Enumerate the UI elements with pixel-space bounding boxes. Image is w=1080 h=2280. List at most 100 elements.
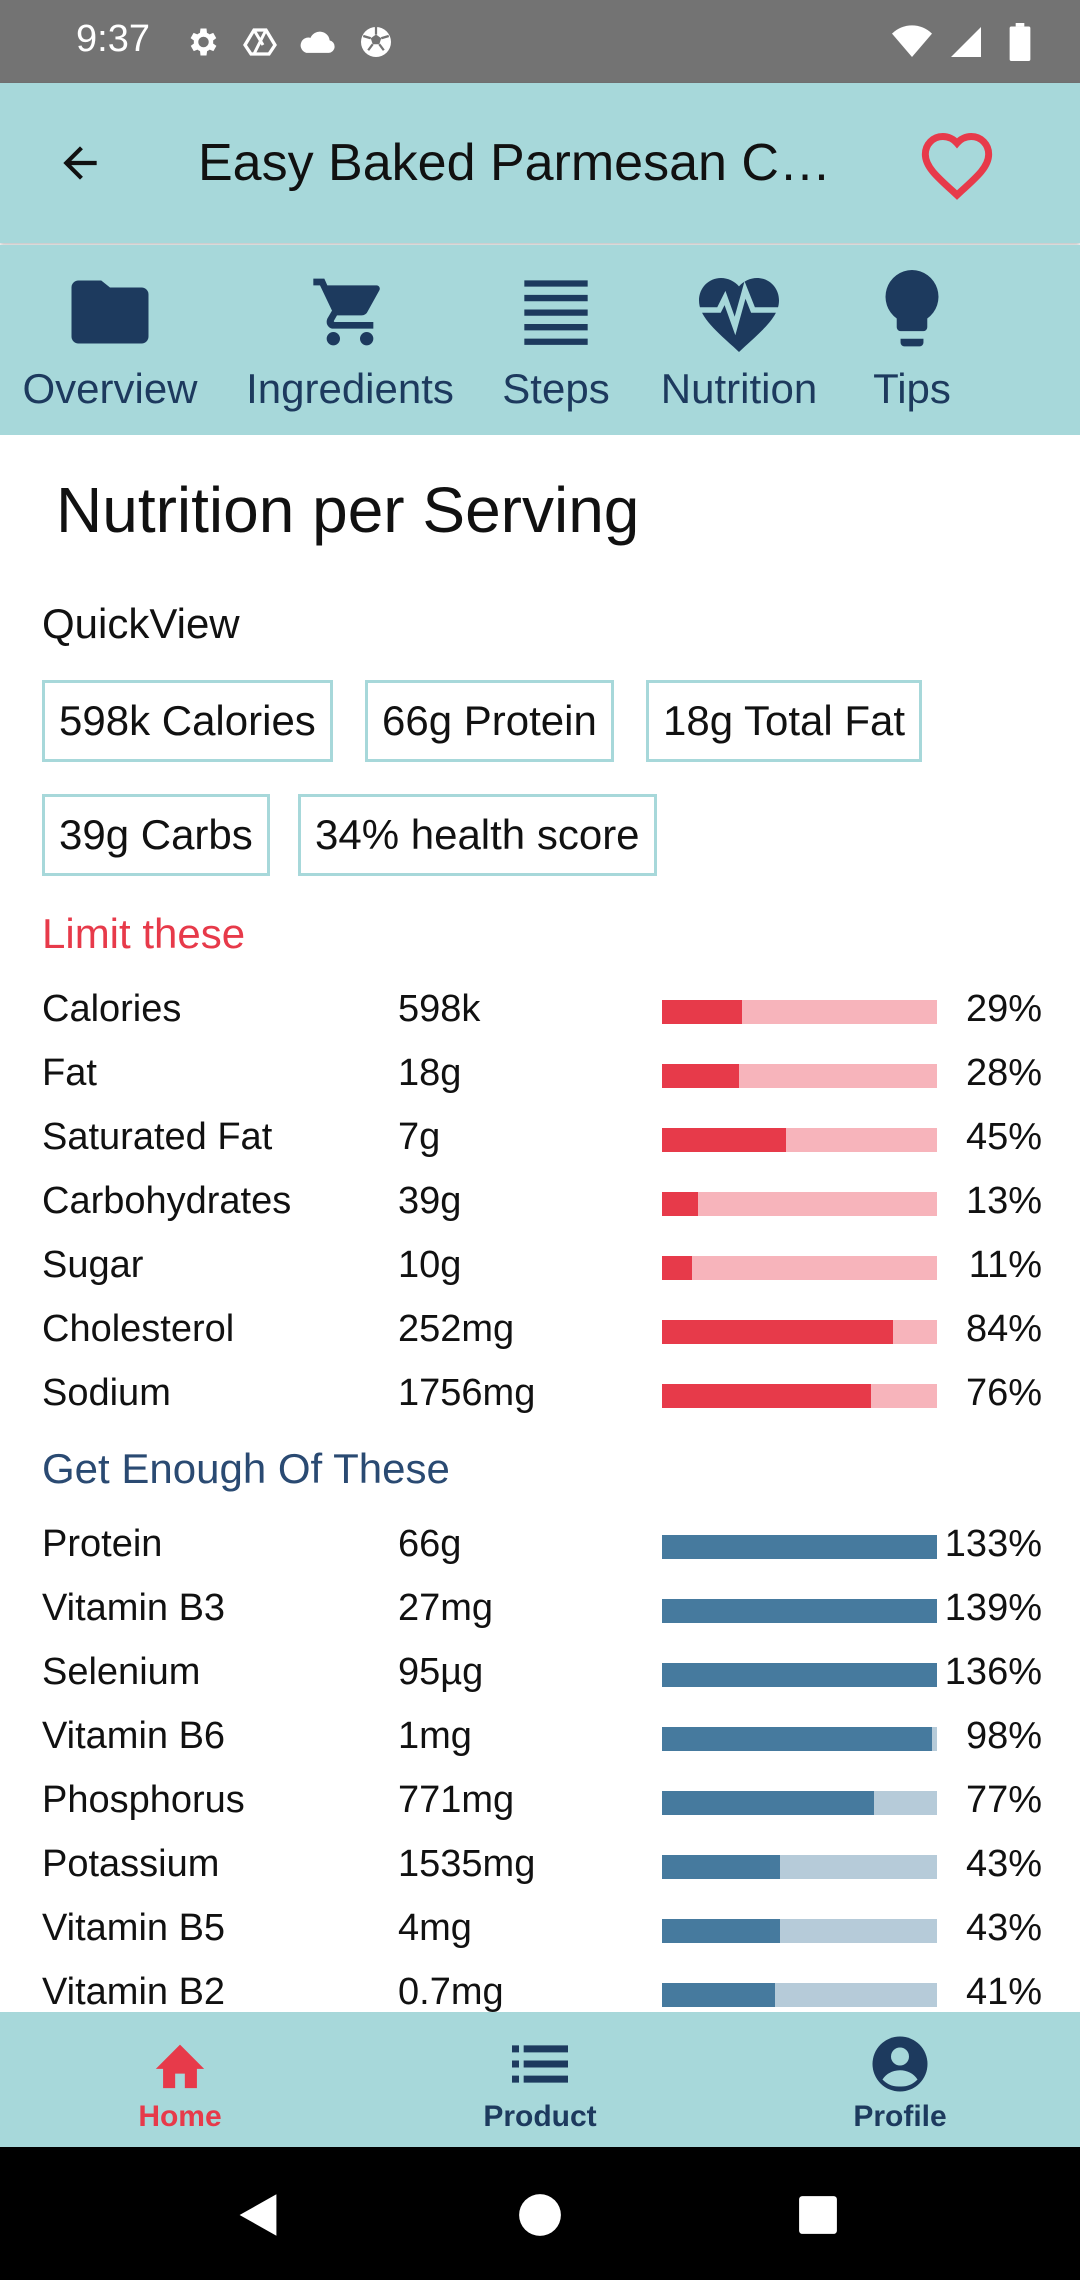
nutrient-row: Selenium 95µg 136%: [0, 1641, 1080, 1705]
nutrient-amount: 771mg: [398, 1779, 515, 1821]
nutrient-amount: 1756mg: [398, 1372, 536, 1414]
nav-label: Product: [483, 2100, 597, 2133]
lightbulb-icon: [862, 267, 962, 357]
nutrient-percent: 28%: [965, 1052, 1042, 1094]
drive-icon: [240, 22, 280, 62]
nutrient-amount: 252mg: [398, 1308, 515, 1350]
home-icon: [148, 2032, 212, 2096]
nutrient-progress-fill: [662, 1320, 893, 1344]
nutrient-progress-fill: [662, 1064, 739, 1088]
system-back-button[interactable]: [226, 2183, 290, 2247]
tab-tips[interactable]: Tips: [858, 245, 966, 435]
quickview-label: QuickView: [42, 600, 240, 647]
system-navigation-bar: [0, 2147, 1080, 2280]
nutrient-progress-bar: [662, 1192, 937, 1216]
nutrient-progress-bar: [662, 1663, 937, 1687]
app-bar: Easy Baked Parmesan C…: [0, 83, 1080, 243]
nutrient-progress-bar: [662, 1128, 937, 1152]
nutrient-progress-bar: [662, 1919, 937, 1943]
nutrient-row: Calories 598k 29%: [0, 978, 1080, 1042]
nutrient-percent: 45%: [965, 1116, 1042, 1158]
cart-icon: [300, 267, 400, 357]
nutrient-row: Potassium 1535mg 43%: [0, 1833, 1080, 1897]
nutrient-name: Carbohydrates: [42, 1180, 292, 1222]
enough-section-title: Get Enough Of These: [42, 1445, 450, 1492]
nutrient-amount: 598k: [398, 988, 481, 1030]
status-bar: 9:37: [0, 0, 1080, 83]
lines-icon: [506, 267, 606, 357]
recents-square-icon: [799, 2196, 837, 2234]
nutrient-progress-fill: [662, 1128, 786, 1152]
tab-label: Ingredients: [246, 365, 454, 412]
back-triangle-icon: [239, 2194, 277, 2236]
nutrient-name: Saturated Fat: [42, 1116, 273, 1158]
nutrient-amount: 4mg: [398, 1907, 472, 1949]
recipe-title: Easy Baked Parmesan C…: [198, 134, 831, 192]
nutrient-row: Vitamin B2 0.7mg 41%: [0, 1961, 1080, 2012]
chip-carbs: 39g Carbs: [42, 794, 270, 876]
nutrient-progress-fill: [662, 1983, 775, 2007]
system-home-button[interactable]: [508, 2183, 572, 2247]
nutrient-percent: 43%: [965, 1843, 1042, 1885]
nutrient-percent: 136%: [944, 1651, 1042, 1693]
status-icons-left: [182, 22, 396, 62]
nutrient-amount: 66g: [398, 1523, 462, 1565]
soccer-icon: [356, 22, 396, 62]
heart-pulse-icon: [689, 267, 789, 357]
nutrient-name: Phosphorus: [42, 1779, 245, 1821]
system-recents-button[interactable]: [786, 2183, 850, 2247]
tab-label: Steps: [502, 365, 610, 412]
nutrient-amount: 27mg: [398, 1587, 494, 1629]
nutrient-amount: 0.7mg: [398, 1971, 504, 2012]
nutrient-percent: 11%: [968, 1244, 1042, 1286]
nutrient-row: Phosphorus 771mg 77%: [0, 1769, 1080, 1833]
nav-home[interactable]: Home: [0, 2012, 360, 2147]
nutrient-progress-fill: [662, 1384, 871, 1408]
chip-total-fat: 18g Total Fat: [646, 680, 923, 762]
nutrient-progress-fill: [662, 1855, 781, 1879]
chip-protein: 66g Protein: [365, 680, 614, 762]
battery-icon: [1000, 22, 1040, 62]
nutrient-name: Sugar: [42, 1244, 144, 1286]
nav-product[interactable]: Product: [360, 2012, 720, 2147]
folder-icon: [60, 267, 160, 357]
cloud-icon: [298, 22, 338, 62]
tab-label: Tips: [873, 365, 951, 412]
nutrient-progress-bar: [662, 1320, 937, 1344]
nutrient-progress-bar: [662, 1000, 937, 1024]
nutrient-percent: 41%: [965, 1971, 1042, 2012]
nutrient-progress-bar: [662, 1064, 937, 1088]
tab-overview[interactable]: Overview: [10, 245, 210, 435]
nutrient-progress-bar: [662, 1855, 937, 1879]
nav-profile[interactable]: Profile: [720, 2012, 1080, 2147]
signal-icon: [946, 22, 986, 62]
nutrient-progress-fill: [662, 1791, 874, 1815]
nutrition-content[interactable]: Nutrition per Serving QuickView 598k Cal…: [0, 435, 1080, 2012]
recipe-tab-bar: Overview Ingredients Steps Nutrition Tip…: [0, 245, 1080, 435]
nutrient-progress-fill: [662, 1599, 937, 1623]
nutrient-percent: 133%: [944, 1523, 1042, 1565]
nutrient-progress-bar: [662, 1384, 937, 1408]
nutrient-row: Sodium 1756mg 76%: [0, 1362, 1080, 1426]
nutrient-progress-fill: [662, 1256, 693, 1280]
heart-outline-icon: [921, 133, 993, 200]
account-circle-icon: [868, 2032, 932, 2096]
nutrient-progress-bar: [662, 1599, 937, 1623]
nutrient-progress-fill: [662, 1192, 698, 1216]
nutrient-percent: 13%: [965, 1180, 1042, 1222]
nutrient-progress-bar: [662, 1256, 937, 1280]
tab-nutrition[interactable]: Nutrition: [646, 245, 832, 435]
nutrient-row: Cholesterol 252mg 84%: [0, 1298, 1080, 1362]
gear-icon: [182, 22, 222, 62]
nav-label: Home: [138, 2100, 222, 2133]
nutrient-row: Vitamin B6 1mg 98%: [0, 1705, 1080, 1769]
page-title: Nutrition per Serving: [56, 474, 640, 546]
nutrient-percent: 98%: [965, 1715, 1042, 1757]
tab-ingredients[interactable]: Ingredients: [232, 245, 468, 435]
favorite-button[interactable]: [915, 125, 999, 205]
tab-steps[interactable]: Steps: [490, 245, 622, 435]
nutrient-progress-bar: [662, 1983, 937, 2007]
nutrient-name: Vitamin B3: [42, 1587, 226, 1629]
back-button[interactable]: [40, 123, 120, 203]
tab-label: Nutrition: [660, 365, 818, 412]
